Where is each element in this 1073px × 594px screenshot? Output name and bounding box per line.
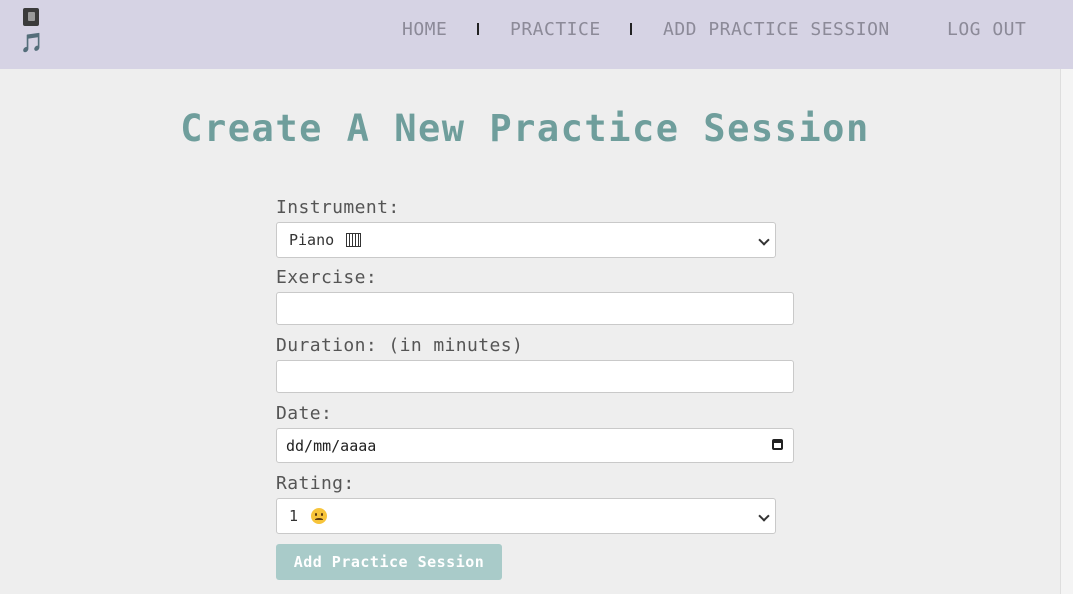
nav-separator	[630, 23, 632, 35]
logo[interactable]: 🎵	[20, 6, 44, 56]
confused-face-icon	[311, 508, 328, 524]
nav-add-practice-session-link[interactable]: ADD PRACTICE SESSION	[663, 19, 890, 41]
duration-label: Duration: (in minutes)	[276, 335, 524, 356]
instrument-label: Instrument:	[276, 197, 400, 218]
rating-select[interactable]: 1	[276, 498, 776, 534]
exercise-label: Exercise:	[276, 267, 378, 288]
exercise-input[interactable]	[276, 292, 794, 325]
add-practice-session-button[interactable]: Add Practice Session	[276, 544, 502, 580]
nav-home-link[interactable]: HOME	[402, 19, 447, 41]
nav-practice-link[interactable]: PRACTICE	[510, 19, 601, 41]
navbar: 🎵 HOME PRACTICE ADD PRACTICE SESSION LOG…	[0, 0, 1073, 69]
nav-separator	[477, 23, 479, 35]
music-note-icon: 🎵	[20, 32, 44, 54]
duration-input[interactable]	[276, 360, 794, 393]
date-label: Date:	[276, 403, 333, 424]
instrument-select-value: Piano	[289, 231, 362, 249]
instrument-select[interactable]: Piano	[276, 222, 776, 258]
piano-keys-icon	[346, 233, 362, 247]
notebook-icon	[23, 8, 39, 26]
rating-label: Rating:	[276, 473, 355, 494]
scrollbar-track[interactable]	[1061, 69, 1073, 594]
date-input[interactable]: dd/mm/aaaa	[276, 428, 794, 463]
rating-select-value: 1	[289, 507, 328, 525]
chevron-down-icon	[758, 510, 770, 522]
page-title: Create A New Practice Session	[180, 107, 870, 150]
date-placeholder: dd/mm/aaaa	[286, 437, 377, 455]
instrument-selected-text: Piano	[289, 231, 335, 249]
chevron-down-icon	[758, 234, 770, 246]
calendar-icon[interactable]	[772, 439, 783, 450]
nav-log-out-link[interactable]: LOG OUT	[947, 19, 1026, 41]
rating-selected-text: 1	[289, 507, 299, 525]
